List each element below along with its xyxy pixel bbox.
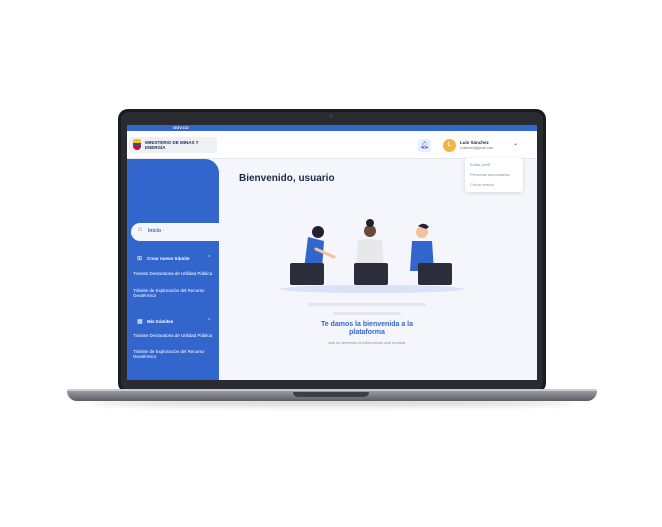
placeholder-bar [333,312,401,315]
menu-item-edit-profile[interactable]: Editar perfil [470,162,490,167]
team-illustration [280,219,464,293]
sidebar-item-inicio[interactable]: ⌂ Inicio [131,223,219,241]
menu-item-secondary-people[interactable]: Personas secundarias [470,172,510,177]
laptop-left [290,263,324,285]
floor-shadow [280,285,464,293]
user-dropdown-menu: Editar perfil Personas secundarias Cerra… [465,158,523,192]
home-icon: ⌂ [138,226,143,233]
user-email: Luischez@gmail.com [460,146,494,150]
empty-state-title: Te damos la bienvenida a la plataforma [320,321,414,336]
notifications-button[interactable]: 🔔︎ [418,139,431,152]
sidebar-link-utilidad-publica[interactable]: Tramite Declaratoria de Utilidad Pública [133,271,217,276]
sidebar-section-create[interactable]: ⊞ Crear nuevo trámite ⌃ [127,254,219,264]
ministry-name: MINISTERIO DE MINAS Y ENERGÍA [145,140,199,150]
page-title: Bienvenido, usuario [239,173,335,184]
sidebar-section-my-procedures[interactable]: ▦ Mis trámites ⌃ [127,317,219,327]
menu-item-logout[interactable]: Cerrar sesión [470,182,494,187]
placeholder-bar [308,303,426,306]
laptop-middle [354,263,388,285]
section-title: Mis trámites [147,319,174,324]
laptop-right [418,263,452,285]
app-screen: GOV.CO MINISTERIO DE MINAS Y ENERGÍA 🔔︎ … [127,125,537,380]
person-head [312,226,324,238]
empty-state-subtitle: aun no tenemos la informacion que mostra… [328,340,406,345]
coat-of-arms-icon [133,139,141,150]
chevron-up-icon: ⌃ [207,255,212,261]
avatar: L [443,139,456,152]
user-menu-toggle[interactable]: L Luis Sánchez Luischez@gmail.com ⌄ [439,137,523,155]
ministry-logo[interactable]: MINISTERIO DE MINAS Y ENERGÍA [129,137,217,153]
laptop-notch [293,392,369,397]
sidebar: ⌂ Inicio ⊞ Crear nuevo trámite ⌃ Tramite… [127,159,219,380]
sidebar-link-utilidad-publica[interactable]: Tramite Declaratoria de Utilidad Pública [133,333,217,338]
section-title: Crear nuevo trámite [147,256,190,261]
chevron-up-icon: ⌃ [207,318,212,324]
sidebar-link-exploracion[interactable]: Trámite de Exploración del Recurso Geoté… [133,288,217,298]
bell-icon: 🔔︎ [420,142,429,149]
document-add-icon: ⊞ [137,256,143,262]
sidebar-item-label: Inicio [148,228,162,234]
grid-icon: ▦ [137,319,143,325]
person-hair [366,219,374,227]
laptop-mockup: GOV.CO MINISTERIO DE MINAS Y ENERGÍA 🔔︎ … [0,0,662,527]
sidebar-link-exploracion[interactable]: Trámite de Exploración del Recurso Geoté… [133,349,217,359]
chevron-down-icon: ⌄ [513,141,519,147]
camera-dot [329,114,333,118]
user-name: Luis Sánchez [460,140,489,145]
